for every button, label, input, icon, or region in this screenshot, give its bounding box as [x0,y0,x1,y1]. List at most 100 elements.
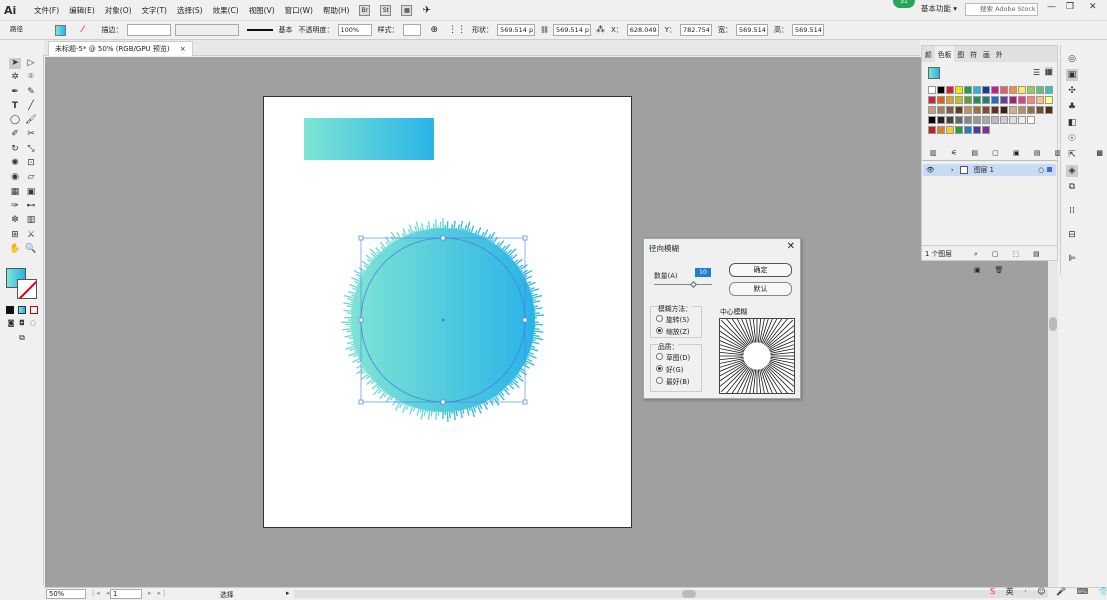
x-input[interactable]: 628.049 [626,24,659,36]
method-zoom-label[interactable]: 缩放(Z) [666,326,690,336]
screen-mode-icon[interactable]: ⧉ [16,332,28,343]
color-swatch[interactable] [928,86,936,94]
color-swatch[interactable] [982,86,990,94]
bridge-icon[interactable]: Br [359,4,371,16]
color-swatch[interactable] [973,126,981,134]
method-spin-radio[interactable] [656,315,663,322]
opacity-input[interactable]: 100% [337,24,372,36]
dialog-close-icon[interactable]: ✕ [787,241,795,252]
slice-tool-icon[interactable]: ⚔ [25,230,37,241]
lasso-icon[interactable]: ⌾ [25,72,37,83]
swatch-grid[interactable] [928,86,1054,136]
method-spin-label[interactable]: 旋转(S) [666,314,689,324]
color-swatch[interactable] [928,116,936,124]
symbols-icon[interactable]: ♣ [1066,101,1078,113]
type-tool-icon[interactable]: T [9,101,21,112]
color-swatch[interactable] [955,96,963,104]
list-view-icon[interactable]: ☰ [1033,68,1040,77]
color-swatch[interactable] [955,116,963,124]
quality-best-label[interactable]: 最好(B) [666,376,690,386]
color-swatch[interactable] [1036,86,1044,94]
color-swatch[interactable] [928,106,936,114]
color-swatch[interactable] [1027,116,1035,124]
y-input[interactable]: 782.754 [680,24,713,36]
brush-style-label[interactable]: 基本 [279,25,293,35]
gradient-rectangle[interactable] [304,118,434,160]
selection-tool-icon[interactable]: ➤ [9,58,21,69]
color-swatch[interactable] [1027,106,1035,114]
color-swatch[interactable] [1009,86,1017,94]
tab-color[interactable]: 颜 [922,46,935,62]
mesh-tool-icon[interactable]: ▦ [9,187,21,198]
amount-slider-thumb[interactable] [689,280,698,289]
stroke-icon[interactable]: ◧ [1066,117,1078,129]
tab-brushes[interactable]: 画 [980,46,993,62]
stock-search-input[interactable]: 搜索 Adobe Stock [965,3,1038,16]
quality-good-label[interactable]: 好(G) [666,364,683,374]
amount-slider-track[interactable] [654,284,712,285]
artboard-number-select[interactable]: 1 [110,589,142,599]
reference-point-icon[interactable]: ⁂ [596,25,605,35]
expand-chevron-icon[interactable]: › [951,166,954,174]
layer-name[interactable]: 图层 1 [974,166,994,174]
color-swatch[interactable] [964,106,972,114]
gradient-mode-icon[interactable] [18,306,26,314]
align-panel-icon[interactable]: ⁞⁞ [1066,205,1078,217]
shape-height-input[interactable]: 569.514 p [552,24,591,36]
ok-button[interactable]: 确定 [729,263,792,277]
horizontal-scrollbar[interactable] [294,590,1048,598]
blurred-circle-artwork[interactable] [340,218,550,423]
color-swatch[interactable] [964,116,972,124]
color-swatch[interactable] [964,86,972,94]
color-swatch[interactable] [937,86,945,94]
amount-input[interactable]: 10 [695,268,711,277]
menu-select[interactable]: 选择(S) [177,5,203,16]
color-swatch[interactable] [982,96,990,104]
menu-help[interactable]: 帮助(H) [323,5,350,16]
close-window-icon[interactable]: ✕ [1089,2,1097,12]
color-swatch[interactable] [955,106,963,114]
color-swatch[interactable] [937,126,945,134]
color-swatch[interactable] [1036,96,1044,104]
scissors-icon[interactable]: ✂ [25,129,37,140]
color-swatch[interactable] [946,116,954,124]
artboard-tool-icon[interactable]: ⊞ [9,230,21,241]
transform-icon[interactable]: ⊟ [1066,229,1078,241]
color-swatch[interactable] [964,96,972,104]
color-swatch[interactable] [937,116,945,124]
stock-icon[interactable]: St [380,4,392,16]
document-tab[interactable]: 未标题-5* @ 50% (RGB/GPU 预览) × [48,41,193,56]
layer-row[interactable]: 👁 › 图层 1 ○ [923,164,1056,176]
color-swatch[interactable] [1018,86,1026,94]
shape-builder-icon[interactable]: ◉ [9,172,21,183]
variable-width-select[interactable] [174,24,239,36]
color-mode-icon[interactable] [6,306,14,314]
brushes-icon[interactable]: ✣ [1066,85,1078,97]
color-swatch[interactable] [946,126,954,134]
none-mode-icon[interactable] [30,306,38,314]
color-swatch[interactable] [973,106,981,114]
gradient-tool-icon[interactable]: ▣ [25,187,37,198]
color-swatch[interactable] [955,126,963,134]
color-swatch[interactable] [982,126,990,134]
color-swatch[interactable] [1018,106,1026,114]
artboards-icon[interactable]: ⧉ [1066,181,1078,193]
color-swatch[interactable] [1027,86,1035,94]
layers-icon[interactable]: ◈ [1066,165,1078,177]
menu-type[interactable]: 文字(T) [142,5,167,16]
menu-file[interactable]: 文件(F) [34,5,59,16]
color-swatch[interactable] [973,96,981,104]
stroke-color-swatch[interactable] [17,279,37,299]
height-input[interactable]: 569.514 [792,24,825,36]
curvature-tool-icon[interactable]: ✎ [25,87,37,98]
color-swatch[interactable] [937,106,945,114]
ellipse-tool-icon[interactable]: ◯ [9,115,21,126]
menu-effect[interactable]: 效果(C) [213,5,239,16]
quality-best-radio[interactable] [656,377,663,384]
eyedropper-icon[interactable]: ✑ [9,201,21,212]
appearance-icon[interactable]: ☉ [1066,133,1078,145]
color-swatch[interactable] [1000,116,1008,124]
color-swatch[interactable] [1009,106,1017,114]
menu-object[interactable]: 对象(O) [105,5,132,16]
width-input[interactable]: 569.514 [736,24,769,36]
